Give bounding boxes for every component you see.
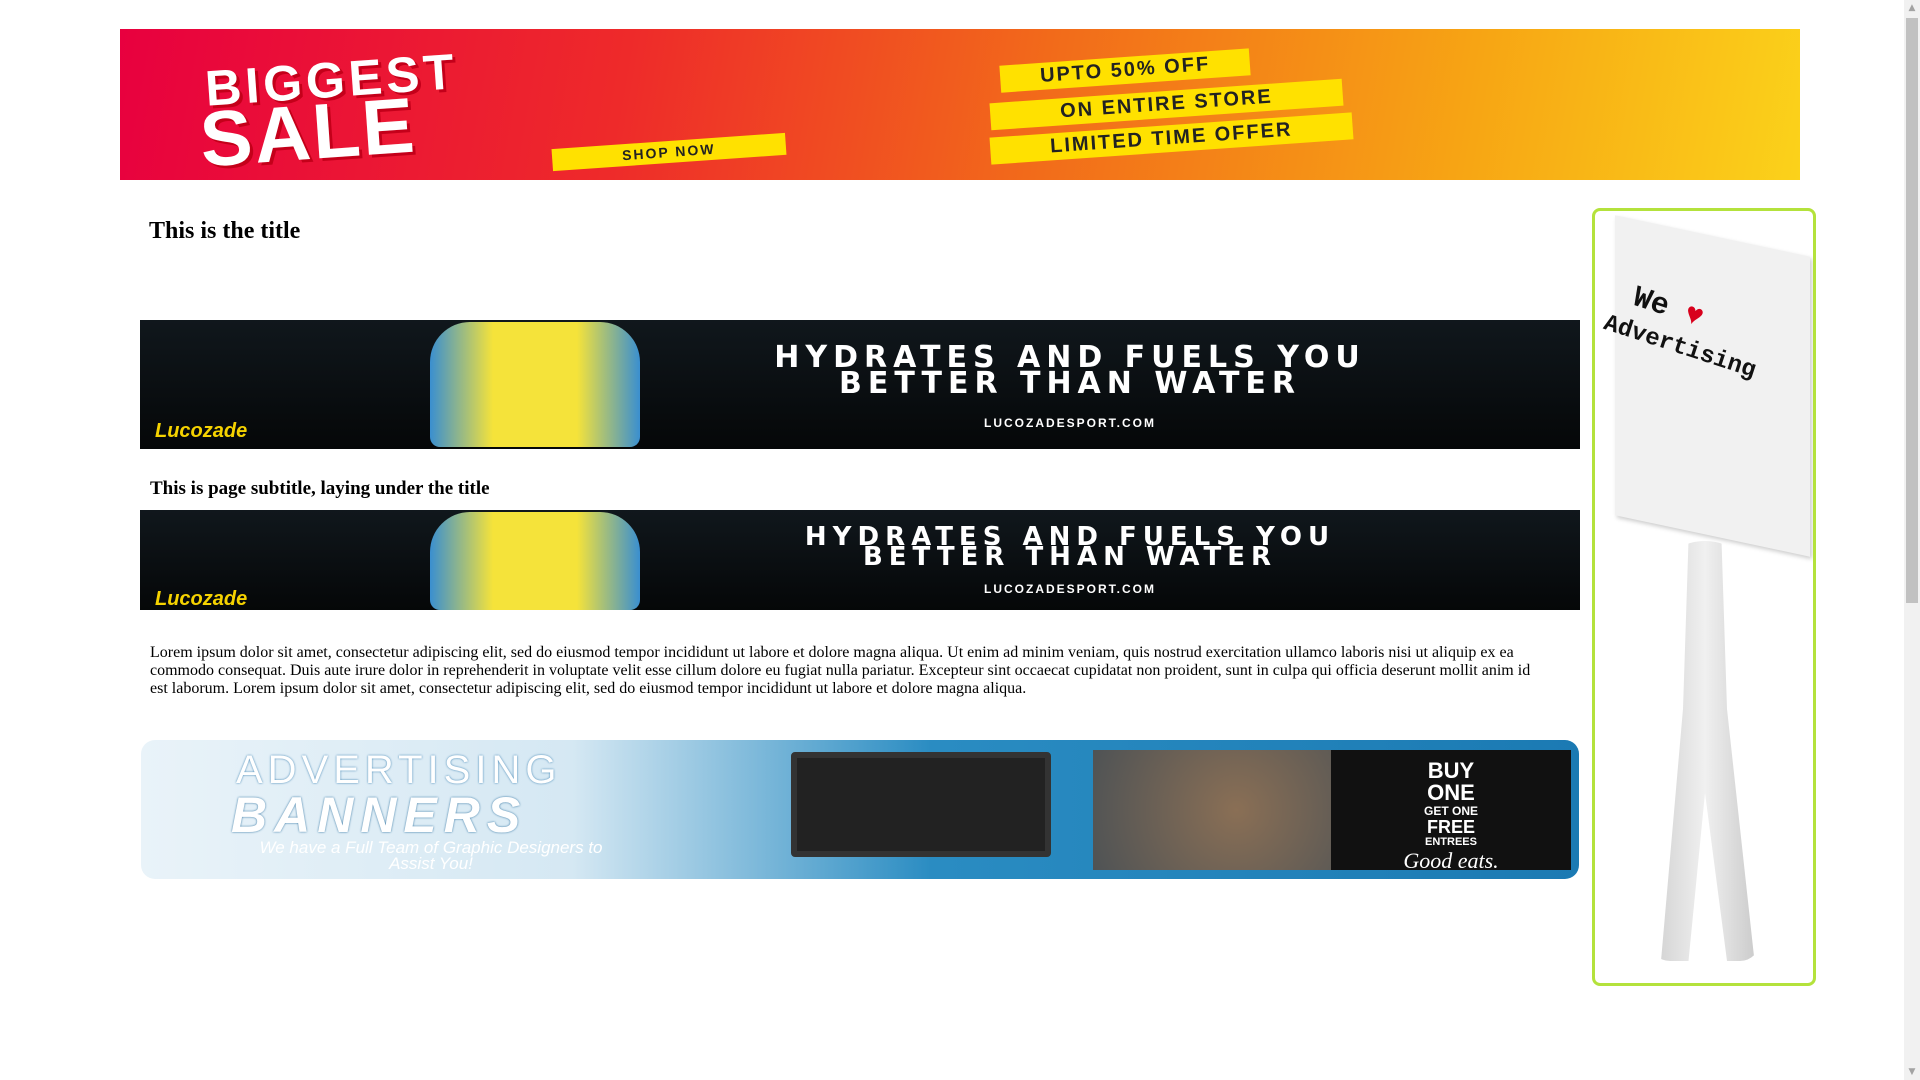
advertising-banners-ad[interactable]: ADVERTISING BANNERS We have a Full Team …: [141, 740, 1579, 879]
lucozade-headline-2: BETTER THAN WATER: [838, 366, 1302, 401]
page-subtitle: This is page subtitle, laying under the …: [150, 478, 490, 499]
scrollbar-thumb[interactable]: [1906, 18, 1918, 603]
promo-1: BUY: [1427, 758, 1475, 783]
promo-6: Good eats.: [1403, 848, 1499, 873]
bottle-image: [430, 512, 640, 610]
bottle-image: [430, 322, 640, 447]
heart-icon: ♥: [1679, 297, 1708, 336]
lucozade-logo: Lucozade: [155, 420, 248, 442]
sign-board: [1615, 215, 1810, 557]
lucozade-url: LUCOZADESPORT.COM: [984, 416, 1156, 430]
promo-box: BUY ONE GET ONE FREE ENTREES Good eats.: [1331, 750, 1571, 873]
promo-3: GET ONE: [1423, 804, 1478, 818]
top-sale-banner[interactable]: BIGGEST SALE SHOP NOW UPTO 50% OFF ON EN…: [120, 29, 1800, 180]
side-advertising-panel[interactable]: We ♥ Advertising: [1592, 208, 1816, 986]
promo-4: FREE: [1426, 817, 1475, 837]
lucozade-headline-2: BETTER THAN WATER: [862, 542, 1278, 572]
offer-line-1: UPTO 50% OFF: [999, 48, 1251, 93]
scroll-up-arrow-icon[interactable]: ▲: [1904, 0, 1920, 16]
monitor-image: [791, 752, 1051, 857]
person-figure-image: [1661, 541, 1755, 961]
promo-5: ENTREES: [1425, 836, 1477, 848]
banner-sale: SALE: [197, 80, 419, 180]
promo-2: ONE: [1427, 780, 1475, 805]
ad-tagline: We have a Full Team of Graphic Designers…: [259, 838, 603, 873]
lucozade-banner-2[interactable]: HYDRATES AND FUELS YOU BETTER THAN WATER…: [140, 510, 1580, 610]
page-title: This is the title: [149, 218, 301, 244]
body-text: Lorem ipsum dolor sit amet, consectetur …: [150, 644, 1531, 697]
shop-now-button[interactable]: SHOP NOW: [551, 132, 787, 172]
scroll-down-arrow-icon[interactable]: ▼: [1904, 1064, 1920, 1080]
ad-line-2: BANNERS: [231, 787, 528, 843]
lucozade-banner-1[interactable]: HYDRATES AND FUELS YOU BETTER THAN WATER…: [140, 320, 1580, 449]
lucozade-url: LUCOZADESPORT.COM: [984, 582, 1156, 596]
lucozade-logo: Lucozade: [155, 588, 248, 610]
